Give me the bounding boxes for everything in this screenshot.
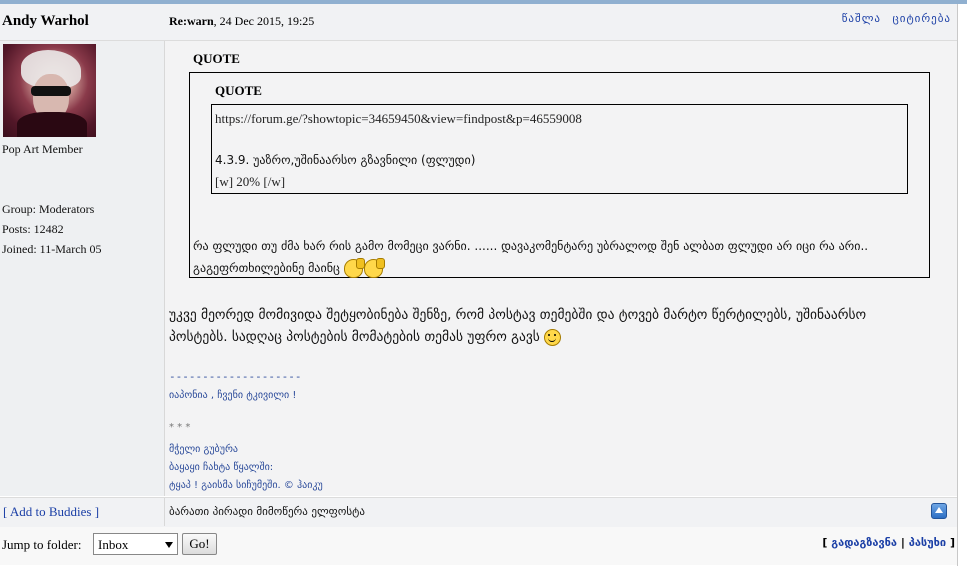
quoted-warn-tag: [w] 20% [/w]: [215, 174, 286, 189]
folder-select[interactable]: Inbox: [93, 533, 178, 555]
quote-link[interactable]: ციტირება: [893, 12, 952, 25]
post-text-line2: პოსტებს. სადღაც პოსტების მომატების თემას…: [169, 326, 562, 348]
quote-label-inner: QUOTE: [215, 83, 262, 98]
post-meta: Re:warn, 24 Dec 2015, 19:25: [169, 14, 314, 29]
post-footer-row: [0, 497, 957, 528]
post-header-row: [0, 4, 957, 41]
bottom-actions: [ გადაგზავნა | პასუხი ]: [822, 536, 955, 549]
member-joined: Joined: 11-March 05: [2, 242, 102, 256]
post-date: , 24 Dec 2015, 19:25: [213, 14, 315, 28]
add-to-buddies-text[interactable]: [ Add to Buddies ]: [3, 504, 99, 519]
post-text-line2-text: პოსტებს. სადღაც პოსტების მომატების თემას…: [169, 329, 540, 345]
jump-to-folder-label: Jump to folder:: [2, 537, 82, 552]
signature-divider: --------------------: [169, 370, 302, 383]
wave-smiley-icon: [343, 258, 365, 278]
post-subject: Re:warn: [169, 14, 214, 28]
contact-links[interactable]: ბარათი პირადი მიმოწერა ელფოსტა: [169, 505, 365, 518]
footer-divider: [164, 498, 165, 526]
forward-link[interactable]: გადაგზავნა: [831, 536, 897, 549]
signature-line4: ტყაპ ! გაისმა სიჩუმეში. © ჰაიკუ: [169, 480, 323, 491]
add-to-buddies-link[interactable]: [ Add to Buddies ]: [3, 504, 99, 520]
chevron-down-icon: [165, 542, 173, 548]
signature-line2: მჭელი გუბურა: [169, 444, 238, 455]
folder-select-value: Inbox: [98, 537, 129, 552]
post-actions: წაშლა ციტირება: [835, 12, 951, 25]
quote-text-line2: გაგეფრთხილებინე მაინც: [193, 258, 385, 278]
signature-line3: ბაყაყი ჩახტა წყალში:: [169, 462, 274, 473]
wave-smiley-icon: [363, 258, 385, 278]
reply-link[interactable]: პასუხი: [909, 536, 946, 549]
bracket-open: [: [822, 536, 828, 549]
quote-text-line2-text: გაგეფრთხილებინე მაინც: [193, 261, 340, 275]
member-title: Pop Art Member: [2, 142, 83, 156]
post-text-line1: უკვე მეორედ მომივიდა შეტყობინება შენზე, …: [169, 307, 867, 323]
signature-stars: * * *: [169, 422, 191, 433]
up-arrow-icon[interactable]: [931, 503, 947, 519]
member-group: Group: Moderators: [2, 202, 95, 216]
signature-line1: იაპონია , ჩვენი ტკივილი !: [169, 390, 297, 401]
quoted-rule: 4.3.9. უაზრო,უშინაარსო გზავნილი (ფლუდი): [215, 153, 476, 167]
member-posts: Posts: 12482: [2, 222, 64, 236]
actions-separator: |: [900, 536, 905, 549]
quoted-link[interactable]: https://forum.ge/?showtopic=34659450&vie…: [215, 111, 582, 127]
delete-link[interactable]: წაშლა: [842, 12, 881, 25]
post-author-name[interactable]: Andy Warhol: [2, 13, 89, 30]
avatar: [3, 44, 96, 137]
quote-label-outer: QUOTE: [193, 51, 240, 66]
smiley-icon: [544, 328, 562, 346]
quote-text-line1: რა ფლუდი თუ ძმა ხარ რის გამო მომეცი ვარნ…: [193, 239, 869, 253]
bracket-close: ]: [949, 536, 955, 549]
go-button[interactable]: Go!: [182, 533, 217, 555]
